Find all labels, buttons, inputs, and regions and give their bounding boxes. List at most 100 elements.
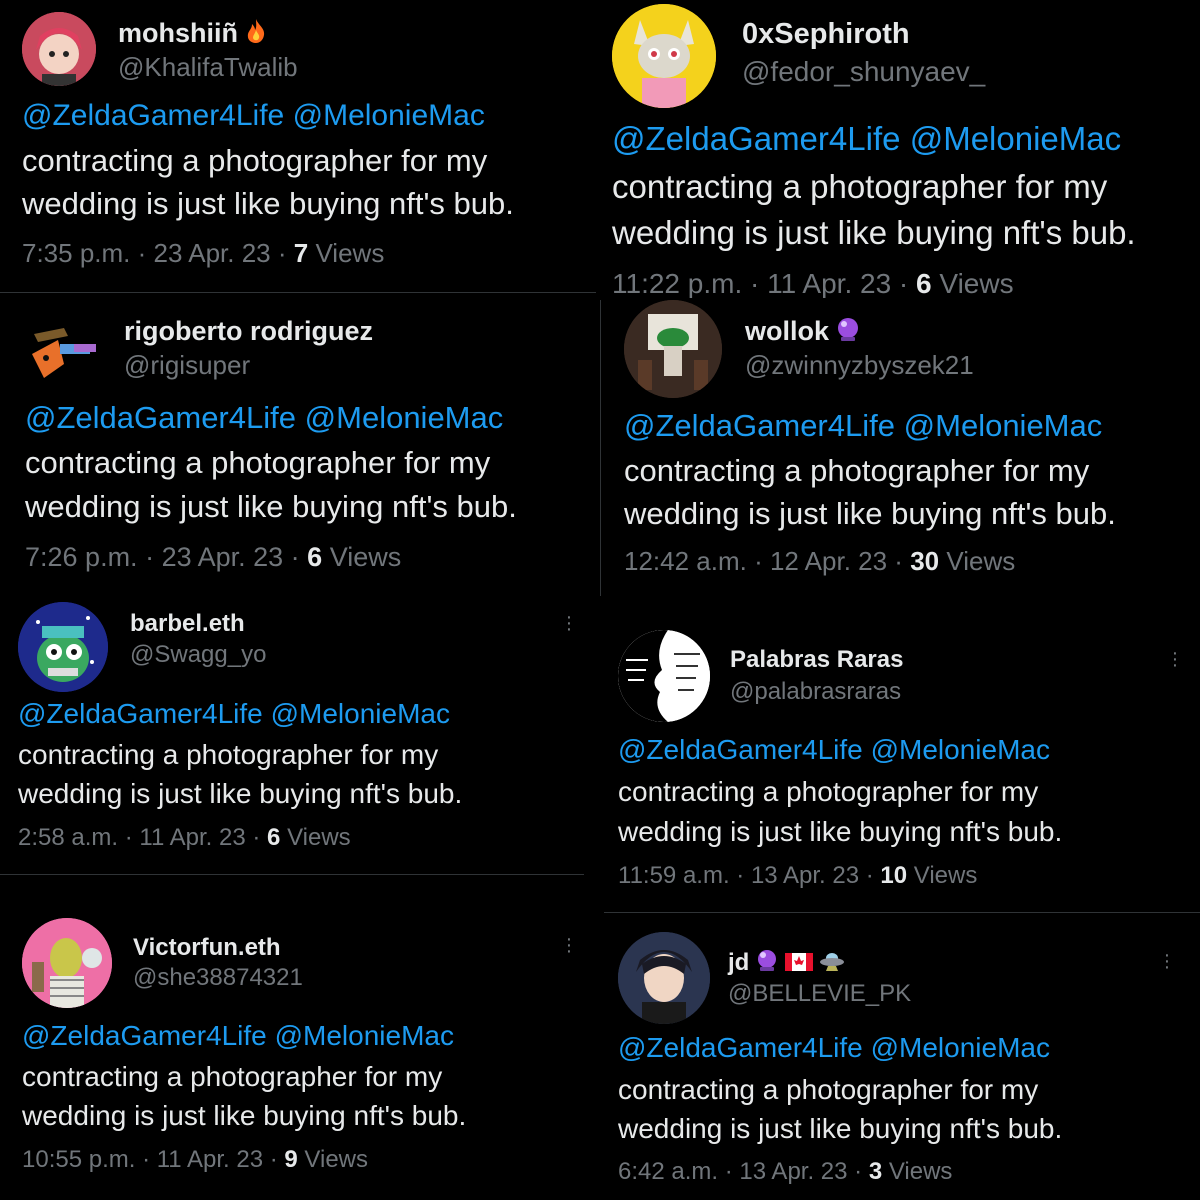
mention-link[interactable]: @ZeldaGamer4Life <box>612 120 900 157</box>
avatar[interactable] <box>18 602 108 692</box>
more-options-icon[interactable]: · · · <box>564 607 574 639</box>
tweet-text: contracting a photographer for my wedding… <box>618 776 1063 847</box>
display-name[interactable]: Palabras Raras <box>730 646 903 674</box>
user-handle[interactable]: @Swagg_yo <box>130 641 266 669</box>
tweet-card[interactable]: wollok @zwinnyzbyszek21 @ZeldaGamer4Life… <box>602 298 1200 598</box>
mentions[interactable]: @ZeldaGamer4Life @MelonieMac <box>618 734 1050 766</box>
tweet-card[interactable]: barbel.eth @Swagg_yo · · · @ZeldaGamer4Lif… <box>0 598 598 874</box>
views-label: Views <box>888 1158 953 1185</box>
tweet-card[interactable]: Victorfun.eth @she38874321 · · · @ZeldaGam… <box>0 900 600 1200</box>
avatar[interactable] <box>22 12 96 86</box>
display-name[interactable]: barbel.eth <box>130 610 245 638</box>
views-label: Views <box>304 1146 368 1173</box>
user-handle[interactable]: @rigisuper <box>124 350 250 381</box>
tweet-time[interactable]: 11:59 a.m. <box>618 862 730 889</box>
display-name[interactable]: mohshiiñ <box>118 18 268 51</box>
tweet-date[interactable]: 11 Apr. 23 <box>767 268 891 299</box>
divider <box>0 292 596 293</box>
crystal-ball-icon <box>755 948 779 979</box>
avatar[interactable] <box>624 300 722 398</box>
tweet-date[interactable]: 11 Apr. 23 <box>157 1146 263 1173</box>
more-options-icon[interactable]: · · · <box>1162 945 1172 977</box>
tweet-text: contracting a photographer for my wedding… <box>624 453 1116 531</box>
tweet-card[interactable]: rigoberto rodriguez @rigisuper @ZeldaGam… <box>0 294 600 596</box>
user-handle[interactable]: @fedor_shunyaev_ <box>742 56 985 88</box>
display-name[interactable]: rigoberto rodriguez <box>124 316 373 347</box>
tweet-time[interactable]: 11:22 p.m. <box>612 268 742 299</box>
tweet-card[interactable]: jd @BELLEVIE_PK · · · @ZeldaGamer4Life @Mel… <box>602 914 1200 1200</box>
display-name[interactable]: 0xSephiroth <box>742 18 910 51</box>
tweet-meta: 2:58 a.m. · 11 Apr. 23 · 6 Views <box>18 824 351 851</box>
view-count: 7 <box>293 238 309 268</box>
avatar[interactable] <box>618 932 710 1024</box>
tweet-time[interactable]: 12:42 a.m. <box>624 546 747 576</box>
mentions[interactable]: @ZeldaGamer4Life @MelonieMac <box>18 698 450 730</box>
more-options-icon[interactable]: · · · <box>564 929 574 961</box>
mention-link[interactable]: @MelonieMac <box>293 99 485 132</box>
mention-link[interactable]: @ZeldaGamer4Life <box>25 400 296 435</box>
mentions[interactable]: @ZeldaGamer4Life @MelonieMac <box>22 1020 454 1052</box>
tweet-time[interactable]: 2:58 a.m. <box>18 824 118 851</box>
tweet-date[interactable]: 13 Apr. 23 <box>739 1158 847 1185</box>
mentions[interactable]: @ZeldaGamer4Life @MelonieMac <box>618 1032 1050 1064</box>
tweet-date[interactable]: 11 Apr. 23 <box>139 824 245 851</box>
tweet-date[interactable]: 13 Apr. 23 <box>751 862 859 889</box>
user-handle[interactable]: @KhalifaTwalib <box>118 52 298 83</box>
tweet-text: contracting a photographer for my wedding… <box>22 143 514 221</box>
mention-link[interactable]: @MelonieMac <box>910 120 1121 157</box>
mentions[interactable]: @ZeldaGamer4Life @MelonieMac <box>612 120 1121 158</box>
tweet-date[interactable]: 12 Apr. 23 <box>770 546 887 576</box>
user-handle[interactable]: @BELLEVIE_PK <box>728 980 911 1008</box>
mentions[interactable]: @ZeldaGamer4Life @MelonieMac <box>25 400 503 436</box>
tweet-meta: 11:22 p.m. · 11 Apr. 23 · 6 Views <box>612 268 1014 299</box>
tweet-text: contracting a photographer for my wedding… <box>18 739 463 809</box>
avatar[interactable] <box>22 918 112 1008</box>
user-handle[interactable]: @she38874321 <box>133 964 303 992</box>
mention-link[interactable]: @MelonieMac <box>275 1020 454 1051</box>
views-label: Views <box>287 824 351 851</box>
tweet-card[interactable]: Palabras Raras @palabrasraras · · · @Zelda… <box>602 612 1200 912</box>
mention-link[interactable]: @ZeldaGamer4Life <box>18 698 263 729</box>
divider <box>604 912 1200 913</box>
view-count: 6 <box>307 542 323 572</box>
tweet-date[interactable]: 23 Apr. 23 <box>162 542 284 572</box>
user-handle[interactable]: @palabrasraras <box>730 678 901 706</box>
display-name[interactable]: Victorfun.eth <box>133 934 281 962</box>
more-options-icon[interactable]: · · · <box>1170 643 1180 675</box>
user-handle[interactable]: @zwinnyzbyszek21 <box>745 350 974 381</box>
mention-link[interactable]: @MelonieMac <box>904 408 1103 443</box>
views-label: Views <box>946 546 1016 576</box>
tweet-card[interactable]: 0xSephiroth @fedor_shunyaev_ @ZeldaGamer… <box>602 0 1200 300</box>
views-label: Views <box>913 862 978 889</box>
divider <box>600 300 601 596</box>
avatar[interactable] <box>618 630 710 722</box>
tweet-time[interactable]: 10:55 p.m. <box>22 1146 135 1173</box>
tweet-time[interactable]: 7:26 p.m. <box>25 542 138 572</box>
mentions[interactable]: @ZeldaGamer4Life @MelonieMac <box>624 408 1102 444</box>
tweet-text: contracting a photographer for my wedding… <box>22 1061 467 1131</box>
mention-link[interactable]: @ZeldaGamer4Life <box>618 734 863 765</box>
mention-link[interactable]: @ZeldaGamer4Life <box>22 1020 267 1051</box>
mention-link[interactable]: @ZeldaGamer4Life <box>624 408 895 443</box>
mention-link[interactable]: @MelonieMac <box>871 734 1050 765</box>
mention-link[interactable]: @MelonieMac <box>271 698 450 729</box>
tweet-time[interactable]: 6:42 a.m. <box>618 1158 718 1185</box>
mentions[interactable]: @ZeldaGamer4Life @MelonieMac <box>22 99 485 133</box>
divider <box>0 874 584 875</box>
mention-link[interactable]: @ZeldaGamer4Life <box>22 99 284 132</box>
tweet-card[interactable]: mohshiiñ @KhalifaTwalib @ZeldaGamer4Life… <box>0 0 598 292</box>
mention-link[interactable]: @ZeldaGamer4Life <box>618 1032 863 1063</box>
tweet-meta: 7:26 p.m. · 23 Apr. 23 · 6 Views <box>25 542 402 572</box>
tweet-time[interactable]: 7:35 p.m. <box>22 238 130 268</box>
tweet-meta: 10:55 p.m. · 11 Apr. 23 · 9 Views <box>22 1146 368 1173</box>
avatar[interactable] <box>24 314 100 390</box>
display-name[interactable]: wollok <box>745 316 861 349</box>
avatar[interactable] <box>612 4 716 108</box>
mention-link[interactable]: @MelonieMac <box>871 1032 1050 1063</box>
view-count: 10 <box>880 862 908 889</box>
tweet-meta: 7:35 p.m. · 23 Apr. 23 · 7 Views <box>22 238 385 268</box>
tweet-date[interactable]: 23 Apr. 23 <box>154 238 271 268</box>
display-name[interactable]: jd <box>728 948 845 979</box>
mention-link[interactable]: @MelonieMac <box>305 400 504 435</box>
view-count: 3 <box>868 1158 883 1185</box>
